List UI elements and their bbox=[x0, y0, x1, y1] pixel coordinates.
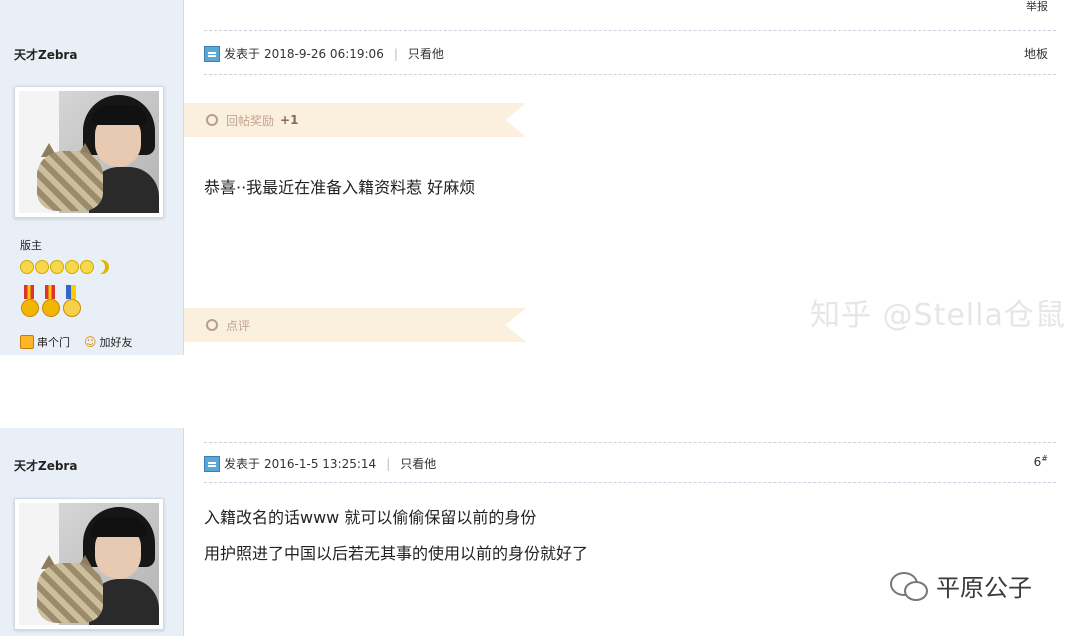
add-friend-label: 加好友 bbox=[99, 336, 133, 349]
post-meta: 发表于 2018-9-26 06:19:06 | 只看他 bbox=[204, 45, 444, 62]
post-meta: 发表于 2016-1-5 13:25:14 | 只看他 bbox=[204, 455, 436, 472]
post-datetime: 2018-9-26 06:19:06 bbox=[264, 46, 384, 61]
visit-label: 串个门 bbox=[37, 336, 70, 349]
home-icon bbox=[20, 335, 34, 349]
floor-label[interactable]: 地板 bbox=[1024, 45, 1048, 62]
wechat-logo-icon bbox=[890, 570, 928, 602]
smiley-icon bbox=[50, 260, 64, 274]
add-friend-icon: ☺ bbox=[84, 335, 97, 349]
circle-icon bbox=[206, 319, 218, 331]
user-sidebar: 天才Zebra 版主 串个门 ☺ 加好友 bbox=[0, 0, 184, 355]
medal-icon[interactable] bbox=[20, 285, 39, 319]
reward-value: +1 bbox=[280, 113, 299, 127]
posted-prefix: 发表于 bbox=[224, 47, 261, 61]
reward-label: 回帖奖励 bbox=[226, 113, 275, 128]
wechat-name: 平原公子 bbox=[936, 574, 1032, 602]
avatar[interactable] bbox=[14, 498, 164, 630]
reward-banner: 回帖奖励 +1 bbox=[184, 103, 526, 137]
only-him-link[interactable]: 只看他 bbox=[408, 45, 444, 62]
report-link[interactable]: 举报 bbox=[1026, 0, 1048, 14]
user-sidebar: 天才Zebra bbox=[0, 428, 184, 636]
divider bbox=[204, 74, 1056, 75]
smiley-icon bbox=[20, 260, 34, 274]
posted-prefix: 发表于 bbox=[224, 457, 261, 471]
post-content-line: 用护照进了中国以后若无其事的使用以前的身份就好了 bbox=[204, 544, 589, 563]
username[interactable]: 天才Zebra bbox=[14, 457, 77, 474]
user-role: 版主 bbox=[20, 239, 42, 252]
post-block-2: 天才Zebra 发表于 2016-1-5 13:25:14 | 只看他 6# 入… bbox=[0, 428, 1080, 636]
user-actions: 串个门 ☺ 加好友 bbox=[20, 334, 133, 350]
add-friend-link[interactable]: ☺ 加好友 bbox=[84, 334, 133, 350]
post-content-line: 入籍改名的话www 就可以偷偷保留以前的身份 bbox=[204, 508, 537, 527]
user-level-icons bbox=[20, 260, 109, 274]
comment-label: 点评 bbox=[226, 318, 251, 333]
wechat-watermark: 平原公子 bbox=[890, 568, 1032, 603]
floor-suffix: # bbox=[1041, 454, 1048, 463]
post-icon bbox=[204, 45, 220, 62]
smiley-icon bbox=[35, 260, 49, 274]
post-datetime: 2016-1-5 13:25:14 bbox=[264, 456, 377, 471]
post-main: 发表于 2016-1-5 13:25:14 | 只看他 6# 入籍改名的话www… bbox=[184, 428, 1080, 636]
username[interactable]: 天才Zebra bbox=[14, 46, 77, 63]
medal-icon[interactable] bbox=[62, 285, 81, 319]
floor-label[interactable]: 6# bbox=[1034, 454, 1048, 469]
medal-icon[interactable] bbox=[41, 285, 60, 319]
smiley-icon bbox=[80, 260, 94, 274]
post-icon bbox=[204, 455, 220, 472]
circle-icon bbox=[206, 114, 218, 126]
medals bbox=[20, 285, 81, 319]
moon-icon bbox=[95, 260, 109, 274]
comment-banner[interactable]: 点评 bbox=[184, 308, 526, 342]
divider bbox=[204, 442, 1056, 443]
avatar[interactable] bbox=[14, 86, 164, 218]
smiley-icon bbox=[65, 260, 79, 274]
divider bbox=[204, 482, 1056, 483]
watermark: 知乎 @Stella仓鼠 bbox=[810, 298, 1066, 333]
post-content-line: 恭喜··我最近在准备入籍资料惹 好麻烦 bbox=[204, 178, 476, 197]
divider bbox=[204, 30, 1056, 31]
visit-link[interactable]: 串个门 bbox=[20, 334, 70, 350]
only-him-link[interactable]: 只看他 bbox=[400, 455, 436, 472]
